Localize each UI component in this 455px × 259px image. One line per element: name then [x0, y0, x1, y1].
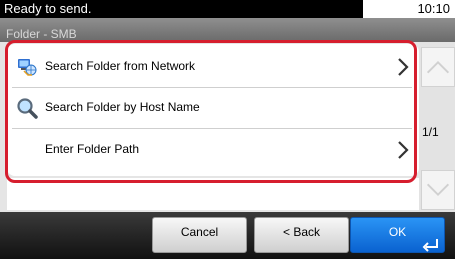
cancel-button-label: Cancel: [180, 225, 219, 239]
network-folder-icon: [18, 59, 37, 76]
screen-title-bar: Folder - SMB: [0, 18, 455, 42]
enter-icon: [422, 239, 438, 252]
chevron-right-icon: [398, 141, 409, 159]
page-indicator: 1/1: [422, 125, 439, 139]
screen-title: Folder - SMB: [6, 27, 77, 41]
scroll-down-button[interactable]: [421, 170, 455, 210]
chevron-right-icon: [398, 58, 409, 76]
scroll-up-button[interactable]: [421, 47, 455, 87]
ok-button-label: OK: [388, 225, 407, 239]
menu-item-search-folder-host[interactable]: Search Folder by Host Name: [12, 88, 414, 127]
clock-time: 10:10: [417, 1, 450, 16]
row-divider: [12, 128, 412, 129]
chevron-down-icon: [426, 183, 450, 197]
cancel-button[interactable]: Cancel: [152, 217, 247, 253]
magnifier-icon: [17, 98, 38, 119]
back-button[interactable]: < Back: [254, 217, 349, 253]
menu-item-label: Search Folder from Network: [45, 59, 196, 73]
menu-list-empty-area: [7, 178, 419, 210]
chevron-up-icon: [426, 60, 450, 74]
menu-item-label: Enter Folder Path: [45, 142, 140, 156]
menu-item-label: Search Folder by Host Name: [45, 100, 200, 114]
status-message: Ready to send.: [4, 1, 92, 16]
back-button-label: < Back: [282, 225, 321, 239]
menu-item-search-folder-network[interactable]: Search Folder from Network: [12, 47, 414, 86]
menu-item-enter-folder-path[interactable]: Enter Folder Path: [12, 130, 414, 169]
clock: 10:10: [363, 0, 455, 18]
